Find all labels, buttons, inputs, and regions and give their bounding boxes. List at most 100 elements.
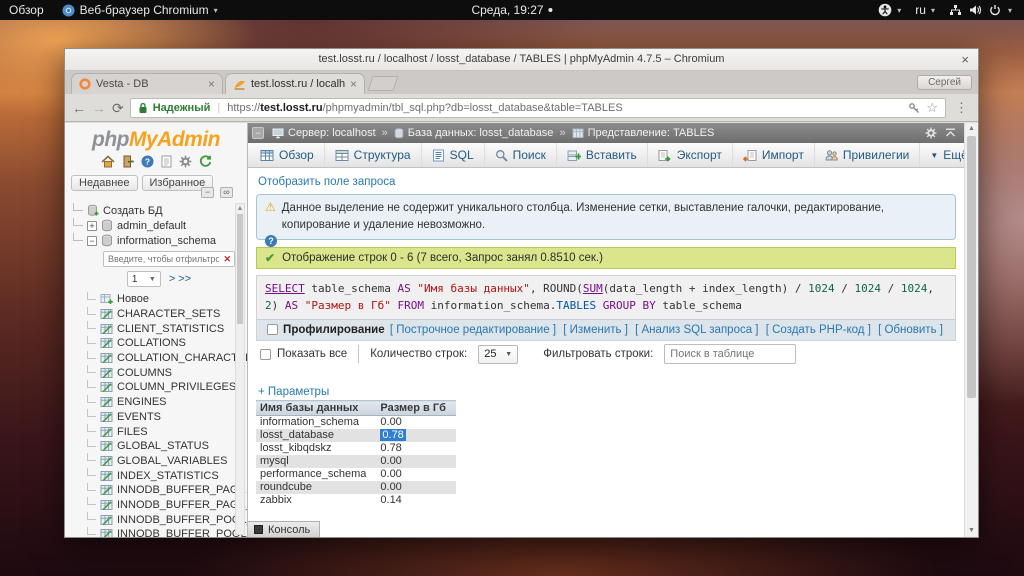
breadcrumb-view[interactable]: Представление: TABLES: [572, 127, 715, 139]
sidebar-item-column_privileges[interactable]: COLUMN_PRIVILEGES: [65, 380, 233, 395]
breadcrumb-server[interactable]: Сервер: localhost: [272, 127, 376, 139]
tree-node[interactable]: Создать БД: [65, 203, 233, 218]
activities-button[interactable]: Обзор: [0, 0, 53, 20]
tree-node[interactable]: −information_schema: [65, 233, 233, 248]
tree-toggle-icon[interactable]: +: [87, 221, 97, 231]
query-link-обновить[interactable]: [ Обновить ]: [878, 324, 943, 336]
checkbox-icon[interactable]: [260, 349, 271, 360]
tab-privileges[interactable]: Привилегии: [815, 143, 921, 167]
home-icon[interactable]: [101, 155, 115, 168]
sql-query-text[interactable]: SELECT table_schema AS "Имя базы данных"…: [257, 276, 955, 319]
scroll-down-icon[interactable]: ▼: [965, 525, 978, 537]
settings-gear-icon[interactable]: [179, 155, 192, 168]
column-header[interactable]: Имя базы данных: [256, 401, 376, 416]
forward-button[interactable]: →: [92, 101, 106, 115]
table-row[interactable]: information_schema0.00: [256, 416, 456, 429]
sidebar-item-innodb_buffer_pool_[interactable]: INNODB_BUFFER_POOL_: [65, 512, 233, 527]
browser-tab[interactable]: Vesta - DB×: [71, 73, 223, 94]
sidebar-item-collation_character[interactable]: COLLATION_CHARACTER: [65, 351, 233, 366]
tab-caret[interactable]: ▼Ещё: [920, 143, 964, 167]
clear-filter-icon[interactable]: ✕: [223, 254, 231, 265]
collapse-all-icon[interactable]: −: [201, 187, 214, 198]
sidebar-item-global_status[interactable]: GLOBAL_STATUS: [65, 439, 233, 454]
page-select[interactable]: 1▼: [127, 271, 161, 287]
tab-search[interactable]: Поиск: [485, 143, 557, 167]
back-button[interactable]: ←: [72, 101, 86, 115]
sidebar-item-events[interactable]: EVENTS: [65, 410, 233, 425]
sidebar-item-новое[interactable]: Новое: [65, 292, 233, 307]
tab-sql[interactable]: SQL: [422, 143, 485, 167]
tab-import[interactable]: Импорт: [733, 143, 815, 167]
tab-close-icon[interactable]: ×: [208, 77, 215, 91]
help-icon[interactable]: ?: [141, 155, 154, 168]
page-scrollbar[interactable]: ▲ ▼: [964, 123, 978, 537]
table-row[interactable]: performance_schema0.00: [256, 468, 456, 481]
sidebar-toggle-button[interactable]: −: [252, 127, 264, 139]
sidebar-item-index_statistics[interactable]: INDEX_STATISTICS: [65, 468, 233, 483]
sidebar-item-global_variables[interactable]: GLOBAL_VARIABLES: [65, 454, 233, 469]
sidebar-item-columns[interactable]: COLUMNS: [65, 365, 233, 380]
documentation-icon[interactable]: [161, 155, 172, 168]
query-link-анализ[interactable]: [ Анализ SQL запроса ]: [635, 324, 758, 336]
scrollbar-thumb[interactable]: [967, 136, 976, 398]
tab-browse[interactable]: Обзор: [250, 143, 325, 167]
console-button[interactable]: Консоль: [248, 521, 320, 537]
table-row[interactable]: losst_database0.78: [256, 429, 456, 442]
options-link[interactable]: + Параметры: [258, 386, 329, 398]
profile-button[interactable]: Сергей: [917, 75, 972, 90]
clock-button[interactable]: Среда, 19:27: [471, 3, 552, 17]
show-all-checkbox[interactable]: Показать все: [260, 348, 347, 360]
tab-insert[interactable]: Вставить: [557, 143, 648, 167]
tree-toggle-icon[interactable]: −: [87, 236, 97, 246]
refresh-icon[interactable]: [199, 155, 212, 168]
reload-button[interactable]: ⟳: [112, 101, 124, 115]
tab-structure[interactable]: Структура: [325, 143, 422, 167]
query-link-построчное[interactable]: [ Построчное редактирование ]: [390, 324, 556, 336]
bookmark-star-icon[interactable]: ☆: [926, 100, 938, 116]
window-titlebar[interactable]: test.losst.ru / localhost / losst_databa…: [65, 49, 978, 71]
sidebar-item-character_sets[interactable]: CHARACTER_SETS: [65, 307, 233, 322]
new-tab-button[interactable]: [368, 76, 399, 91]
help-icon[interactable]: ?: [265, 235, 277, 247]
rows-count-select[interactable]: 25 ▼: [478, 345, 518, 364]
window-close-button[interactable]: ×: [961, 49, 969, 70]
sidebar-item-files[interactable]: FILES: [65, 424, 233, 439]
table-row[interactable]: mysql0.00: [256, 455, 456, 468]
scrollbar-thumb[interactable]: [237, 214, 243, 324]
tree-filter-input[interactable]: [104, 254, 219, 264]
accessibility-menu[interactable]: ▾: [876, 3, 903, 17]
tree-node[interactable]: +admin_default: [65, 218, 233, 233]
app-menu-button[interactable]: Веб-браузер Chromium ▾: [53, 0, 227, 20]
keyboard-layout-menu[interactable]: ru ▾: [913, 3, 937, 17]
sidebar-item-innodb_buffer_page_[interactable]: INNODB_BUFFER_PAGE_: [65, 498, 233, 513]
table-row[interactable]: zabbix0.14: [256, 494, 456, 507]
scroll-up-icon[interactable]: ▲: [965, 123, 978, 135]
browser-menu-button[interactable]: ⋮: [952, 100, 971, 116]
query-link-изменить[interactable]: [ Изменить ]: [563, 324, 628, 336]
sidebar-item-collations[interactable]: COLLATIONS: [65, 336, 233, 351]
logout-icon[interactable]: [122, 155, 134, 168]
breadcrumb-database[interactable]: База данных: losst_database: [394, 127, 554, 139]
scroll-up-icon[interactable]: ▲: [236, 204, 244, 213]
query-link-создать[interactable]: [ Создать PHP-код ]: [766, 324, 871, 336]
system-status-menu[interactable]: ▾: [947, 4, 1014, 16]
sidebar-item-innodb_buffer_pool_[interactable]: INNODB_BUFFER_POOL_: [65, 527, 233, 537]
tab-close-icon[interactable]: ×: [350, 77, 357, 91]
profiling-checkbox[interactable]: [267, 324, 278, 335]
tab-export[interactable]: Экспорт: [648, 143, 733, 167]
address-bar[interactable]: Надежный | https://test.losst.ru/phpmyad…: [130, 98, 946, 118]
column-header[interactable]: Размер в Гб: [376, 401, 456, 416]
pagination-next-links[interactable]: > >>: [169, 273, 191, 285]
collapse-menu-icon[interactable]: [945, 128, 956, 138]
browser-tab[interactable]: test.losst.ru / localh×: [225, 73, 365, 94]
sidebar-scrollbar[interactable]: ▲: [235, 203, 245, 535]
link-icon[interactable]: ∞: [220, 187, 233, 198]
show-query-box-link[interactable]: Отобразить поле запроса: [258, 176, 395, 188]
password-key-icon[interactable]: [908, 102, 920, 114]
sidebar-tab-recent[interactable]: Недавнее: [71, 175, 138, 191]
page-settings-gear-icon[interactable]: [925, 127, 937, 139]
sidebar-item-innodb_buffer_page[interactable]: INNODB_BUFFER_PAGE: [65, 483, 233, 498]
table-row[interactable]: losst_kibqdskz0.78: [256, 442, 456, 455]
sidebar-item-client_statistics[interactable]: CLIENT_STATISTICS: [65, 321, 233, 336]
pma-logo[interactable]: phpMyAdmin: [65, 128, 247, 152]
